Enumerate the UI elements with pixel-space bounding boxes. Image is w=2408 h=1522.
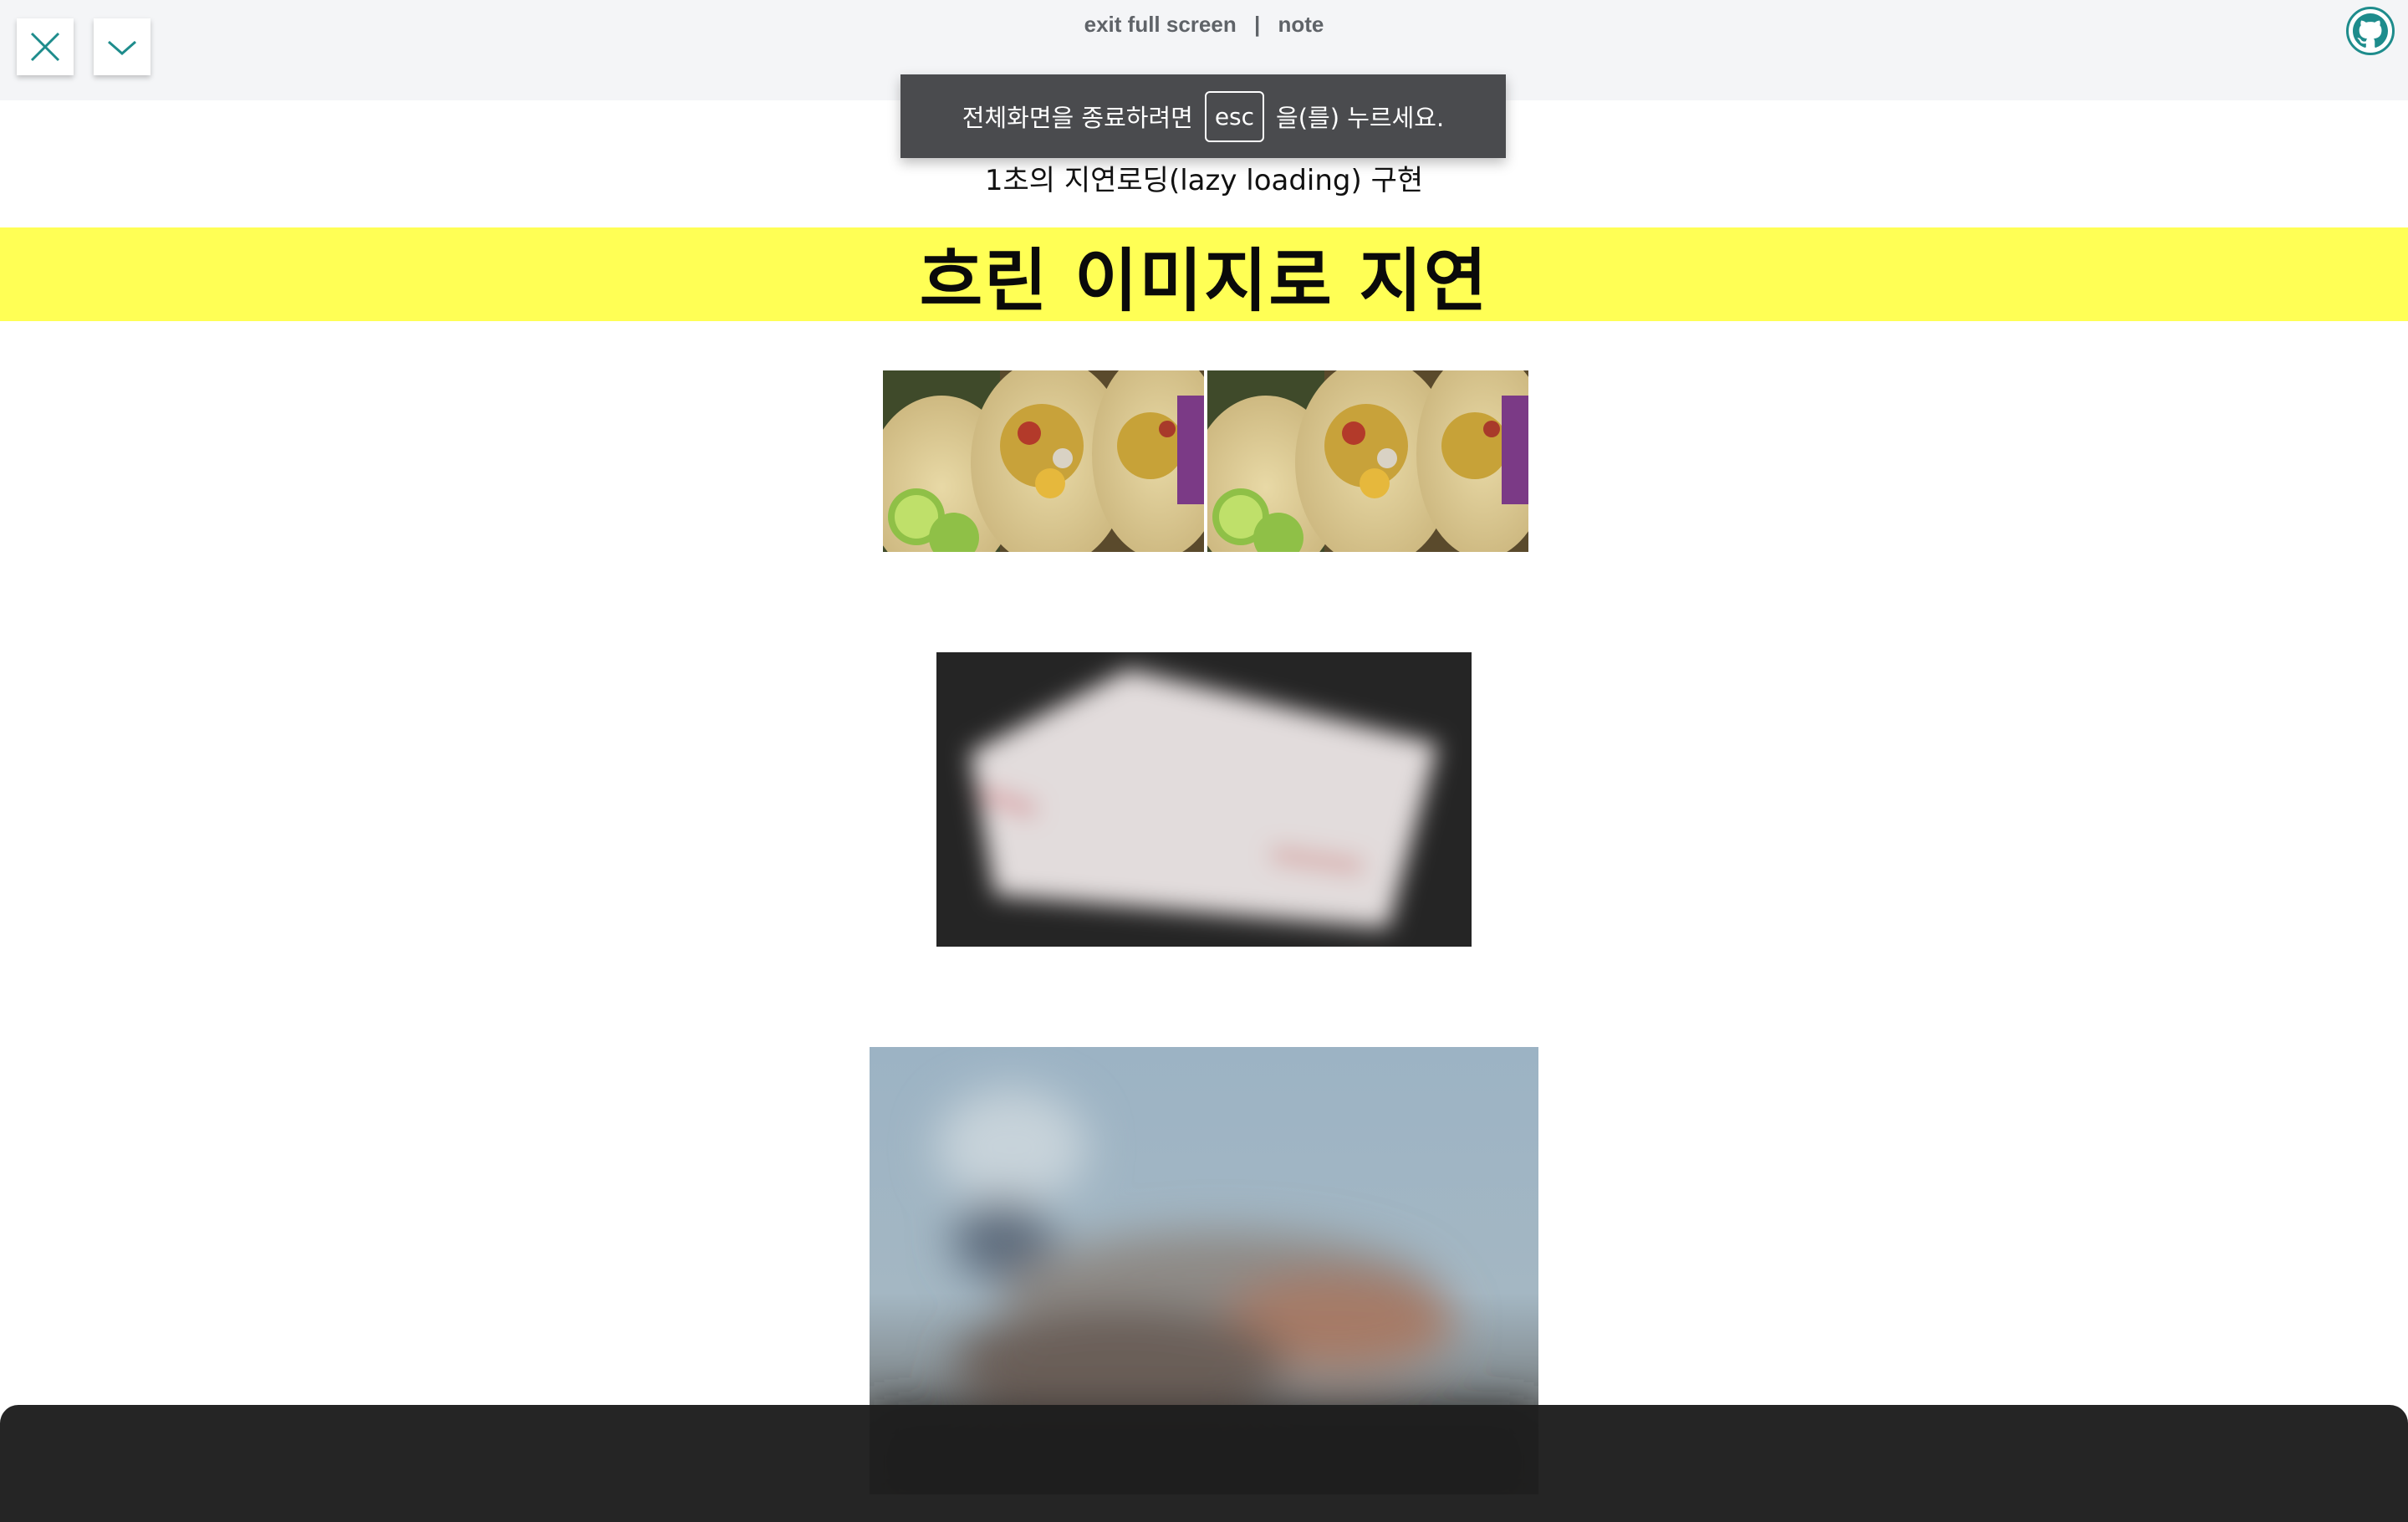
chevron-down-icon (108, 40, 136, 55)
link-separator: | (1253, 12, 1261, 37)
blurred-card-image (936, 652, 1472, 947)
toast-text-after: 을(를) 누르세요. (1276, 104, 1445, 132)
top-links: exit full screen | note (0, 12, 2408, 38)
page-subtitle: 1초의 지연로딩(lazy loading) 구현 (984, 164, 1424, 197)
toast-text-before: 전체화면을 종료하려면 (962, 104, 1193, 132)
exit-full-screen-link[interactable]: exit full screen (1084, 12, 1237, 37)
title-banner: 흐린 이미지로 지연 (0, 227, 2408, 321)
github-icon (2353, 13, 2388, 48)
note-link[interactable]: note (1278, 12, 1324, 37)
taco-image (883, 370, 1204, 552)
bottom-panel (0, 1405, 2408, 1522)
taco-image (1207, 370, 1528, 552)
fullscreen-toast: 전체화면을 종료하려면 esc 을(를) 누르세요. (900, 74, 1506, 158)
github-button[interactable] (2346, 7, 2395, 55)
esc-key-badge: esc (1204, 90, 1265, 142)
page-title: 흐린 이미지로 지연 (919, 241, 1489, 321)
